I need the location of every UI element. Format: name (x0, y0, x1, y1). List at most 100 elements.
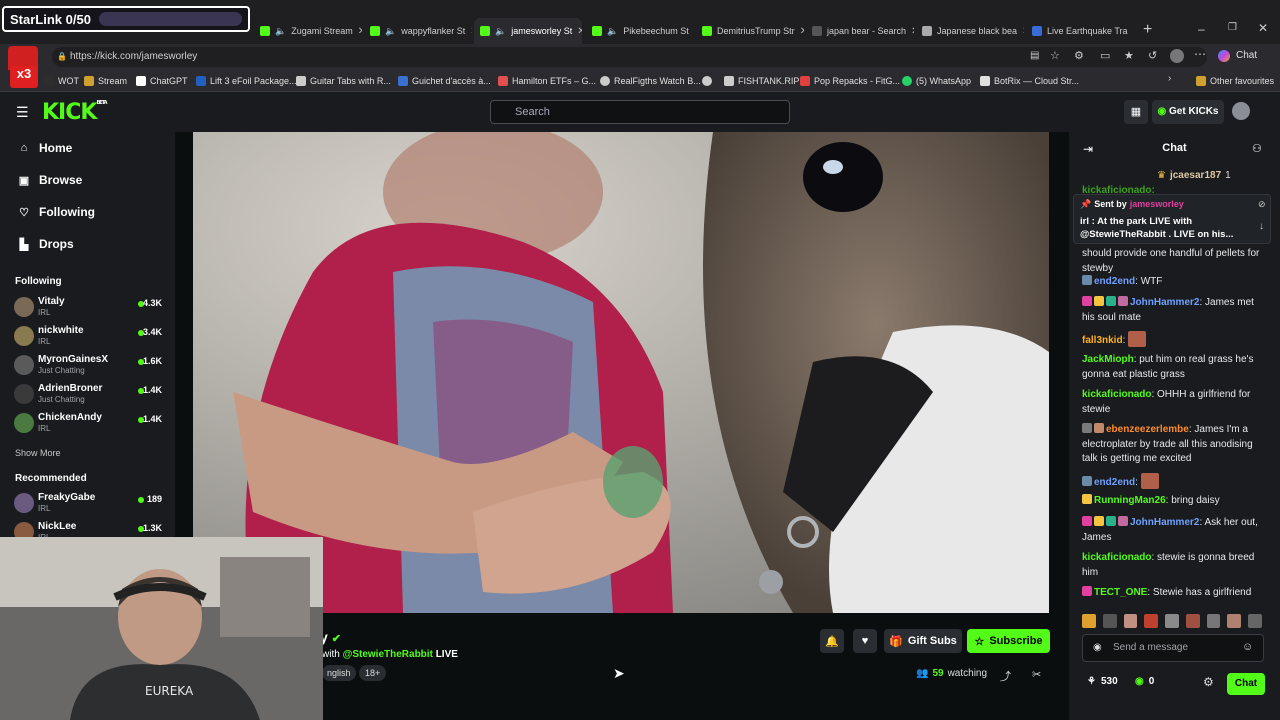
close-icon[interactable]: ✕ (911, 26, 914, 37)
clip-icon[interactable]: ✂ (1032, 668, 1041, 681)
more-icon[interactable]: ⋯ (1194, 47, 1206, 61)
chat-username[interactable]: RunningMan26 (1094, 495, 1166, 506)
nav-drops[interactable]: ▙ Drops (18, 234, 74, 254)
close-icon[interactable]: ✕ (1133, 26, 1134, 37)
close-icon[interactable]: ✕ (800, 26, 804, 37)
bookmark-item[interactable]: Stream (84, 74, 127, 88)
browser-tab[interactable]: DemitriusTrump Str ✕ (696, 18, 804, 44)
minimize-icon[interactable]: – (1198, 22, 1205, 36)
chat-username[interactable]: JackMioph (1082, 354, 1134, 365)
close-window-icon[interactable]: ✕ (1258, 21, 1268, 35)
bookmark-item[interactable]: ChatGPT (136, 74, 188, 88)
bookmark-item[interactable]: (5) WhatsApp (902, 74, 971, 88)
chat-username[interactable]: end2end (1094, 477, 1135, 488)
share-icon[interactable]: ⤴ (1000, 668, 1011, 684)
notification-bell-button[interactable]: 🔔 (820, 629, 844, 653)
chat-username[interactable]: kickaficionado (1082, 552, 1151, 563)
favorites-icon[interactable]: ★ (1124, 49, 1134, 62)
reader-icon[interactable]: ▤ (1030, 50, 1039, 61)
age-tag[interactable]: 18+ (359, 665, 387, 681)
sidebar-channel[interactable]: FreakyGabe IRL 189 (14, 490, 164, 516)
close-icon[interactable]: ✕ (577, 26, 582, 37)
pinned-message[interactable]: 📌 Sent by jamesworley irl : At the park LI… (1073, 194, 1271, 244)
gear-icon[interactable]: ⚙ (1203, 675, 1214, 689)
chat-username[interactable]: end2end (1094, 276, 1135, 287)
extensions-icon[interactable]: ⚙ (1074, 49, 1084, 62)
channel-points[interactable]: ⚘ 530 (1087, 676, 1118, 687)
bookmark-item[interactable]: Lift 3 eFoil Package... (196, 74, 297, 88)
title-mention-link[interactable]: @StewieTheRabbit (343, 649, 433, 660)
chat-username[interactable]: JohnHammer2 (1130, 517, 1199, 528)
browser-tab-active[interactable]: 🔈 jamesworley St ✕ (474, 18, 582, 44)
chat-username[interactable]: JohnHammer2 (1130, 297, 1199, 308)
profile-avatar[interactable] (1170, 49, 1184, 63)
sidebar-channel[interactable]: AdrienBroner Just Chatting 1.4K (14, 381, 164, 407)
nav-home[interactable]: ⌂ Home (18, 138, 73, 158)
emote-icon[interactable] (1206, 614, 1221, 628)
chat-input[interactable]: Send a message (1082, 634, 1264, 662)
bookmark-item[interactable]: Hamilton ETFs – G... (498, 74, 596, 88)
chat-users-icon[interactable]: ⚇ (1252, 142, 1262, 155)
kicks-balance[interactable]: ◉ 0 (1135, 676, 1154, 687)
copilot-icon[interactable] (1218, 50, 1230, 62)
browser-tab[interactable]: Japanese black bea ✕ (916, 18, 1024, 44)
show-more-link[interactable]: Show More (15, 448, 61, 458)
close-icon[interactable]: ✕ (1022, 26, 1024, 37)
search-input[interactable]: Search (490, 100, 790, 124)
streamer-name[interactable]: y ✔ (320, 629, 341, 645)
top-gifter-name[interactable]: jcaesar187 (1170, 170, 1221, 181)
browser-tab[interactable]: japan bear - Search ✕ (806, 18, 914, 44)
chat-username[interactable]: TECT_ONE (1094, 587, 1147, 598)
emoji-icon[interactable]: ☺ (1242, 641, 1253, 653)
follow-button[interactable]: ♥ (853, 629, 877, 653)
close-icon[interactable]: ✕ (358, 26, 362, 37)
bookmark-item[interactable]: RealFigths Watch B... (600, 74, 701, 88)
emote-icon[interactable] (1102, 614, 1117, 628)
emote-icon[interactable] (1082, 614, 1096, 628)
chat-identity-icon[interactable]: ◉ (1093, 642, 1102, 653)
language-tag[interactable]: nglish (322, 665, 356, 681)
bookmark-item[interactable]: WOT (44, 74, 79, 88)
sidebar-channel[interactable]: MyronGainesX Just Chatting 1.6K (14, 352, 164, 378)
restore-icon[interactable]: ❐ (1228, 22, 1237, 33)
chat-username[interactable]: fall3nkid (1082, 335, 1123, 346)
history-icon[interactable]: ↺ (1148, 49, 1157, 62)
browser-tab[interactable]: 🔈Pikebeechum St✕ (586, 18, 694, 44)
chat-username[interactable]: ebenzeezerlembe (1106, 424, 1189, 435)
bookmark-item[interactable]: BotRix — Cloud Str... (980, 74, 1079, 88)
nav-following[interactable]: ♡ Following (18, 202, 95, 222)
other-favourites[interactable]: Other favourites (1196, 74, 1274, 88)
close-icon[interactable]: ✕ (470, 26, 472, 37)
emote-icon[interactable] (1227, 614, 1242, 628)
chevron-right-icon[interactable]: › (1168, 73, 1171, 84)
emote-icon[interactable] (1165, 614, 1179, 628)
hamburger-menu-icon[interactable]: ☰ (16, 104, 29, 121)
subscribe-button[interactable]: ☆ Subscribe (967, 629, 1050, 653)
emote-icon[interactable] (1185, 614, 1200, 628)
kick-logo[interactable]: KICKBETA (42, 100, 108, 125)
copilot-label[interactable]: Chat (1236, 50, 1257, 61)
bookmark-item[interactable]: Pop Repacks - FitG... (800, 74, 900, 88)
browser-tab[interactable]: 🔈 Zugami Stream ✕ (254, 18, 362, 44)
bookmark-item[interactable]: Guichet d'accès à... (398, 74, 491, 88)
hide-pin-icon[interactable]: ⊘ (1258, 199, 1266, 210)
chat-send-button[interactable]: Chat (1227, 673, 1265, 695)
sidebar-channel[interactable]: Vitaly IRL 4.3K (14, 294, 164, 320)
chat-username[interactable]: kickaficionado (1082, 389, 1151, 400)
browser-tab[interactable]: 🔈 wappyflanker St ✕ (364, 18, 472, 44)
new-tab-icon[interactable]: + (1143, 21, 1152, 39)
sidebar-channel[interactable]: nickwhite IRL 3.4K (14, 323, 164, 349)
emote-icon[interactable] (1123, 614, 1138, 628)
theater-mode-icon[interactable]: ▦ (1124, 100, 1148, 124)
emote-icon[interactable] (1248, 614, 1263, 628)
browser-tab[interactable]: Live Earthquake Tra ✕ (1026, 18, 1134, 44)
sidebar-channel[interactable]: ChickenAndy IRL 1.4K (14, 410, 164, 436)
avatar[interactable] (1232, 102, 1250, 120)
bookmark-item[interactable]: FISHTANK.RIP (724, 74, 799, 88)
emote-icon[interactable] (1144, 614, 1159, 628)
get-kicks-button[interactable]: ◉ Get KICKs (1152, 100, 1224, 124)
nav-browse[interactable]: ▣ Browse (18, 170, 83, 190)
gift-subs-button[interactable]: 🎁 Gift Subs (884, 629, 962, 653)
split-icon[interactable]: ▭ (1100, 49, 1110, 62)
bookmark-item[interactable]: Guitar Tabs with R... (296, 74, 391, 88)
